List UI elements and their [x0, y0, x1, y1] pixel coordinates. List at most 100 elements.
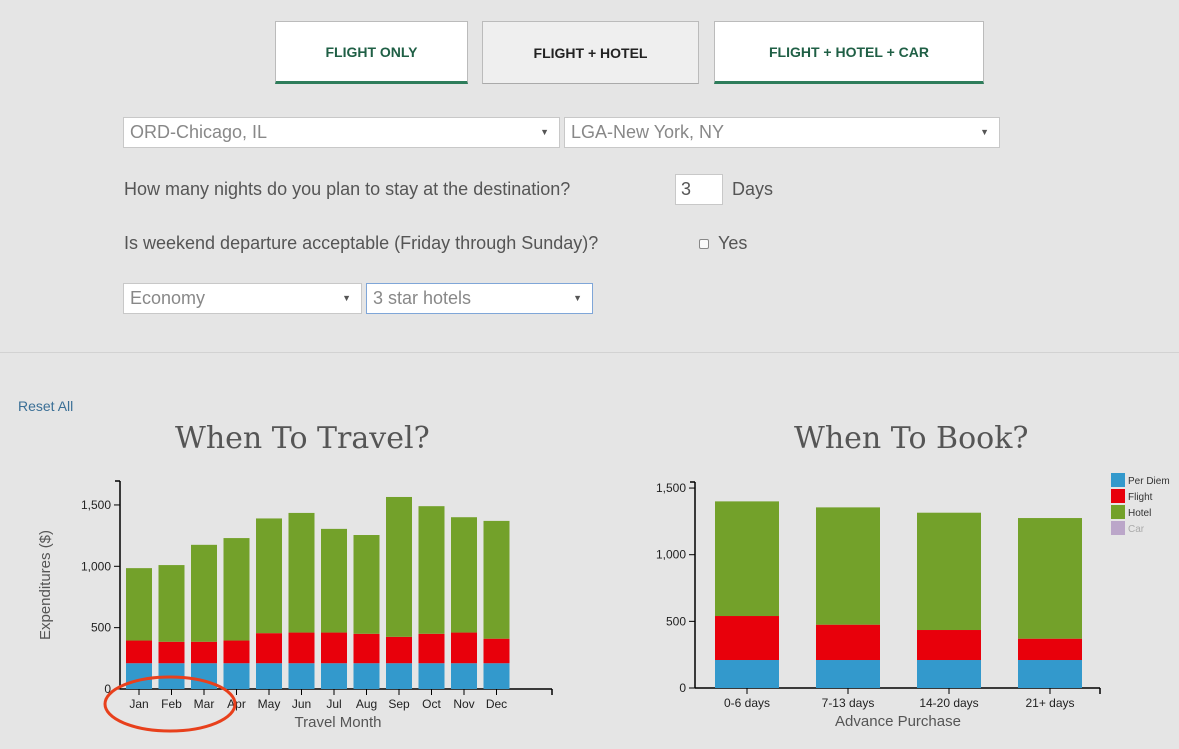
bar-per-diem — [483, 663, 510, 689]
bar-hotel — [386, 496, 412, 637]
destination-value: LGA-New York, NY — [571, 122, 725, 142]
bar-flight — [158, 641, 185, 664]
bar-flight — [483, 638, 510, 664]
y-tick-label: 500 — [666, 614, 686, 628]
bar-per-diem — [418, 663, 445, 689]
bar-per-diem — [321, 663, 347, 689]
bar-flight — [418, 633, 445, 664]
bar-hotel — [816, 507, 880, 625]
legend-label: Hotel — [1128, 508, 1151, 519]
annotation-circle — [103, 675, 237, 733]
chevron-down-icon: ▼ — [540, 127, 549, 137]
tab-flight-only[interactable]: FLIGHT ONLY — [275, 21, 468, 84]
bar-flight — [288, 632, 315, 664]
x-tick-label: Oct — [422, 697, 441, 711]
bar-flight — [353, 633, 380, 664]
y-axis-label: Expenditures ($) — [37, 530, 54, 640]
travel-chart: 0 500 1,000 1,500 Jan Feb Mar Apr May Jun Jul Aug Se… — [37, 480, 553, 731]
x-tick-label: Jun — [292, 697, 311, 711]
bar-hotel — [917, 512, 981, 631]
y-tick-label: 1,500 — [81, 498, 111, 512]
bar-per-diem — [816, 660, 880, 688]
bar-per-diem — [223, 663, 250, 689]
bar-flight — [1018, 638, 1082, 661]
tab-flight-hotel-car[interactable]: FLIGHT + HOTEL + CAR — [714, 21, 984, 84]
legend-label: Per Diem — [1128, 476, 1170, 487]
hotel-class-select[interactable]: 3 star hotels ▼ — [366, 283, 593, 314]
bar-per-diem — [353, 663, 380, 689]
nights-question: How many nights do you plan to stay at t… — [124, 179, 571, 199]
x-tick-label: Aug — [356, 697, 377, 711]
bar-flight — [386, 636, 412, 664]
tab-flight-hotel-label: FLIGHT + HOTEL — [533, 44, 648, 61]
legend-swatch — [1111, 489, 1125, 503]
y-tick-label: 0 — [104, 682, 111, 696]
tab-flight-hotel-car-label: FLIGHT + HOTEL + CAR — [769, 43, 929, 60]
tab-flight-only-label: FLIGHT ONLY — [325, 43, 418, 60]
chevron-down-icon: ▼ — [573, 293, 582, 303]
x-tick-label: May — [258, 697, 281, 711]
bar-per-diem — [126, 663, 152, 689]
book-chart-title: When To Book? — [794, 421, 1029, 456]
bar-flight — [321, 632, 347, 664]
x-tick-label: Jan — [129, 697, 148, 711]
x-tick-label: 7-13 days — [822, 696, 875, 710]
origin-select[interactable]: ORD-Chicago, IL ▼ — [123, 117, 560, 148]
x-axis-label: Advance Purchase — [835, 713, 961, 730]
destination-select[interactable]: LGA-New York, NY ▼ — [564, 117, 1000, 148]
tab-flight-hotel[interactable]: FLIGHT + HOTEL — [482, 21, 699, 84]
bar-hotel — [126, 568, 152, 641]
cabin-class-select[interactable]: Economy ▼ — [123, 283, 362, 314]
chevron-down-icon: ▼ — [980, 127, 989, 137]
x-tick-label: 14-20 days — [919, 696, 978, 710]
bar-hotel — [158, 565, 185, 642]
weekend-option-label: Yes — [718, 233, 748, 253]
bar-flight — [126, 640, 152, 664]
weekend-question: Is weekend departure acceptable (Friday … — [124, 233, 599, 253]
bar-per-diem — [715, 660, 779, 688]
x-tick-label: Mar — [194, 697, 215, 711]
bar-hotel — [321, 528, 347, 633]
nights-unit: Days — [732, 179, 774, 199]
y-tick-label: 500 — [91, 621, 111, 635]
x-tick-label: Nov — [453, 697, 474, 711]
x-tick-label: Apr — [227, 697, 246, 711]
chevron-down-icon: ▼ — [342, 293, 351, 303]
travel-chart-title: When To Travel? — [175, 421, 430, 456]
bar-flight — [715, 616, 779, 661]
bar-flight — [816, 624, 880, 661]
book-chart: 0 500 1,000 1,500 0-6 days 7-13 days 14-20 day… — [656, 481, 1101, 730]
y-tick-label: 1,000 — [81, 559, 111, 573]
bar-hotel — [223, 538, 250, 641]
legend-label: Flight — [1128, 492, 1153, 503]
bar-flight — [256, 633, 282, 664]
origin-value: ORD-Chicago, IL — [130, 122, 268, 142]
bar-hotel — [288, 512, 315, 633]
section-divider — [0, 352, 1179, 353]
bar-flight — [223, 640, 250, 664]
legend-swatch — [1111, 521, 1125, 535]
bar-hotel — [715, 501, 779, 617]
hotel-class-value: 3 star hotels — [373, 288, 472, 308]
reset-all-link[interactable]: Reset All — [18, 398, 73, 414]
charts-canvas: 0 500 1,000 1,500 Jan Feb Mar Apr May Jun Jul Aug Se… — [37, 473, 1170, 733]
x-tick-label: Feb — [161, 697, 182, 711]
y-tick-label: 1,000 — [656, 548, 686, 562]
y-tick-label: 0 — [679, 681, 686, 695]
x-tick-label: Dec — [486, 697, 507, 711]
bar-flight — [917, 630, 981, 661]
bar-per-diem — [256, 663, 282, 689]
bar-per-diem — [917, 660, 981, 688]
bar-flight — [451, 632, 477, 664]
legend-swatch — [1111, 473, 1125, 487]
weekend-checkbox[interactable] — [699, 239, 709, 249]
bar-hotel — [353, 535, 380, 634]
x-tick-label: 21+ days — [1025, 696, 1074, 710]
bar-per-diem — [386, 663, 412, 689]
nights-input[interactable] — [675, 174, 723, 205]
bar-per-diem — [158, 663, 185, 689]
bar-hotel — [1018, 518, 1082, 639]
bar-hotel — [418, 506, 445, 634]
x-tick-label: 0-6 days — [724, 696, 770, 710]
bar-flight — [191, 641, 217, 664]
